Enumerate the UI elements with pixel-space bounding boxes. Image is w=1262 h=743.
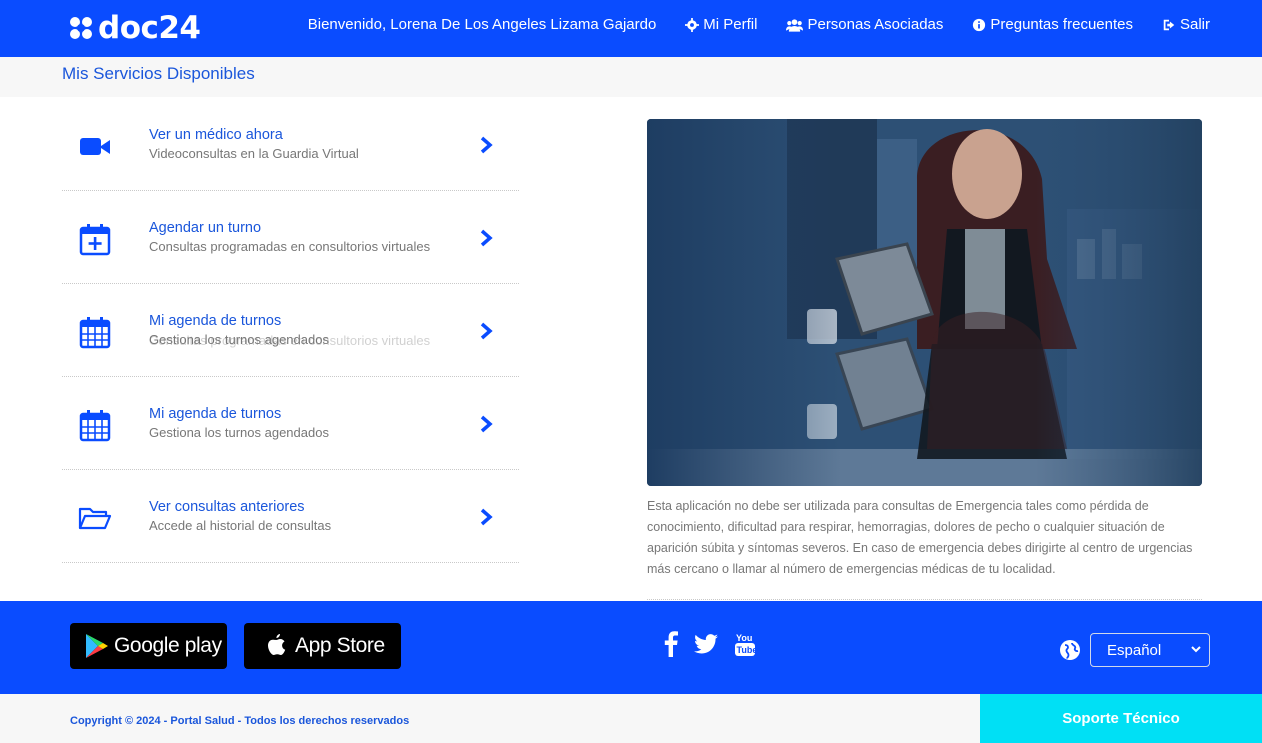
calendar-grid-icon — [79, 410, 111, 442]
logo-mark-icon — [70, 17, 92, 39]
service-subtitle: Gestiona los turnos agendados — [149, 332, 329, 347]
nav-logout[interactable]: Salir — [1162, 16, 1210, 33]
technical-support-button[interactable]: Soporte Técnico — [980, 694, 1262, 743]
page-subheader: Mis Servicios Disponibles — [0, 57, 1262, 97]
chevron-down-icon — [1191, 646, 1201, 653]
divider — [647, 599, 1202, 600]
app-store-button[interactable]: App Store — [244, 623, 401, 669]
service-item-my-appointments-2[interactable]: Mi agenda de turnos Gestiona los turnos … — [62, 377, 519, 470]
info-circle-icon — [973, 18, 986, 31]
google-play-icon — [86, 634, 108, 658]
copyright-bar: Copyright © 2024 - Portal Salud - Todos … — [0, 694, 980, 743]
nav-profile-label: Mi Perfil — [703, 16, 758, 33]
nav-logout-label: Salir — [1179, 16, 1210, 33]
top-navbar: doc24 Bienvenido, Lorena De Los Angeles … — [0, 0, 1262, 57]
emergency-disclaimer: Esta aplicación no debe ser utilizada pa… — [647, 499, 1193, 576]
service-item-my-appointments[interactable]: Mi agenda de turnos Consultas programada… — [62, 284, 519, 377]
services-list: Ver un médico ahora Videoconsultas en la… — [62, 98, 519, 563]
copyright-text: Copyright © 2024 - Portal Salud - Todos … — [70, 715, 410, 727]
chevron-right-icon[interactable] — [479, 322, 495, 340]
nav-associated-label: Personas Asociadas — [807, 16, 944, 33]
language-dropdown[interactable]: Español — [1090, 633, 1210, 667]
globe-icon — [1060, 640, 1080, 660]
language-value: Español — [1107, 641, 1162, 659]
service-title: Agendar un turno — [149, 220, 262, 236]
hero-image — [647, 119, 1202, 486]
page-title: Mis Servicios Disponibles — [62, 64, 255, 83]
chevron-right-icon[interactable] — [479, 508, 495, 526]
main-nav: Bienvenido, Lorena De Los Angeles Lizama… — [308, 16, 1210, 33]
language-selector: Español — [1060, 633, 1210, 667]
service-title: Ver consultas anteriores — [149, 499, 305, 515]
video-camera-icon — [80, 138, 110, 155]
users-icon — [786, 18, 804, 32]
service-subtitle: Accede al historial de consultas — [149, 518, 332, 533]
service-title: Mi agenda de turnos — [149, 406, 282, 422]
facebook-icon[interactable] — [663, 631, 679, 657]
folder-open-icon — [78, 507, 112, 530]
chevron-right-icon[interactable] — [479, 136, 495, 154]
nav-profile[interactable]: Mi Perfil — [685, 16, 757, 33]
gear-icon — [685, 17, 700, 32]
service-item-see-doctor-now[interactable]: Ver un médico ahora Videoconsultas en la… — [62, 98, 519, 191]
welcome-text: Bienvenido, Lorena De Los Angeles Lizama… — [307, 16, 657, 33]
chevron-right-icon[interactable] — [479, 229, 495, 247]
svg-text:Tube: Tube — [737, 645, 757, 655]
google-play-button[interactable]: Google play — [70, 623, 227, 669]
service-subtitle: Consultas programadas en consultorios vi… — [149, 239, 431, 254]
footer-bar: Google play App Store You Tube Español — [0, 601, 1262, 694]
woman-with-tablet-image — [647, 119, 1202, 486]
sign-out-icon — [1163, 19, 1175, 30]
calendar-grid-icon — [79, 317, 111, 349]
service-subtitle: Gestiona los turnos agendados — [149, 425, 329, 440]
logo-text: doc24 — [98, 10, 201, 46]
nav-faq[interactable]: Preguntas frecuentes — [972, 16, 1133, 33]
service-item-past-consultations[interactable]: Ver consultas anteriores Accede al histo… — [62, 470, 519, 563]
service-title: Mi agenda de turnos — [149, 313, 282, 329]
svg-text:You: You — [736, 633, 752, 643]
doc24-logo[interactable]: doc24 — [68, 10, 201, 46]
chevron-right-icon[interactable] — [479, 415, 495, 433]
google-play-label: Google play — [114, 634, 222, 657]
service-item-book-appointment[interactable]: Agendar un turno Consultas programadas e… — [62, 191, 519, 284]
app-store-label: App Store — [295, 634, 385, 657]
service-subtitle: Videoconsultas en la Guardia Virtual — [149, 146, 359, 161]
apple-icon — [268, 634, 286, 655]
service-title: Ver un médico ahora — [149, 127, 283, 143]
nav-faq-label: Preguntas frecuentes — [990, 16, 1133, 33]
calendar-plus-icon — [79, 224, 111, 256]
twitter-icon[interactable] — [694, 634, 718, 654]
youtube-icon[interactable]: You Tube — [734, 631, 756, 657]
nav-associated-people[interactable]: Personas Asociadas — [786, 16, 943, 33]
